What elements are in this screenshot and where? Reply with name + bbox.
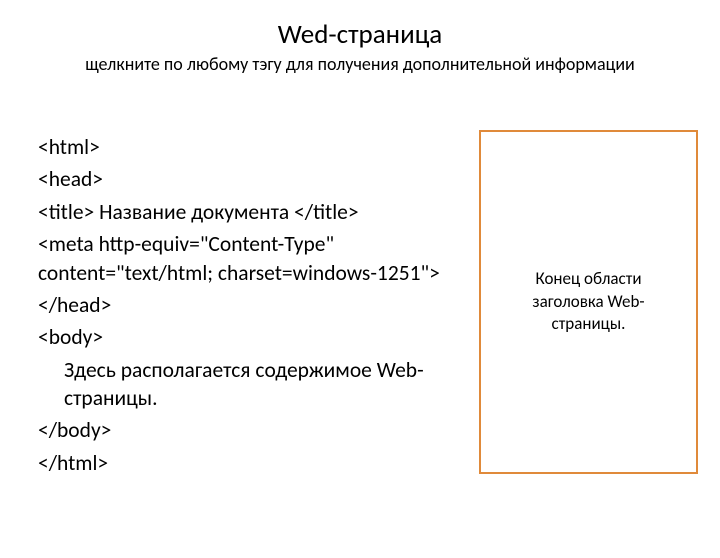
tag-head-close[interactable]: </head> [38,291,458,319]
page-subtitle: щелкните по любому тэгу для получения до… [50,53,670,76]
page-title: Wed-страница [0,18,720,51]
tag-html-close[interactable]: </html> [38,449,458,477]
tag-html-open[interactable]: <html> [38,133,458,161]
tag-meta[interactable]: <meta http-equiv="Content-Type" content=… [38,230,458,287]
tag-title[interactable]: <title> Название документа </title> [38,198,458,226]
tag-body-open[interactable]: <body> [38,323,458,351]
code-listing: <html> <head> <title> Название документа… [38,133,458,481]
tag-head-open[interactable]: <head> [38,165,458,193]
info-panel: Конец области заголовка Web-страницы. [479,130,698,474]
info-panel-text: Конец области заголовка Web-страницы. [481,268,696,337]
body-content-text: Здесь располагается содержимое Web-стран… [38,356,458,413]
tag-body-close[interactable]: </body> [38,416,458,444]
